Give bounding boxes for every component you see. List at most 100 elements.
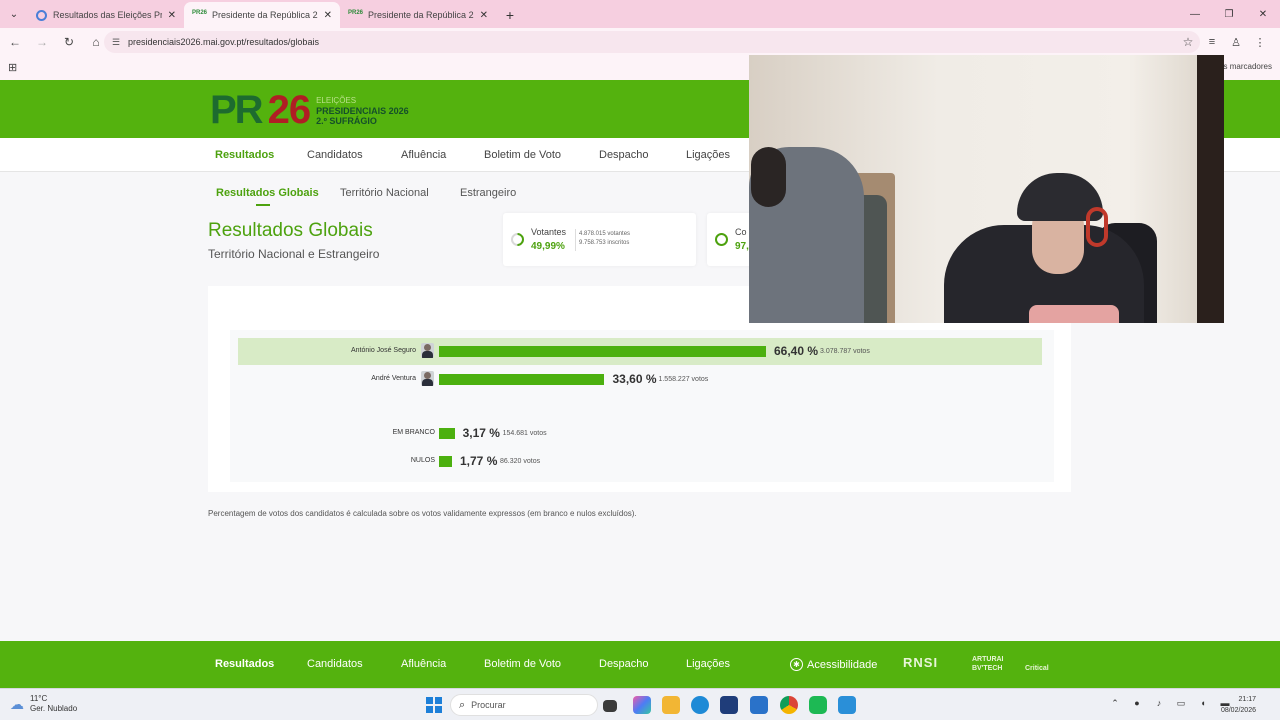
store-icon[interactable] xyxy=(720,696,738,714)
footer-nav-despacho[interactable]: Despacho xyxy=(599,658,649,670)
browser-tab-1[interactable]: Resultados das Eleições Preside... ✕ xyxy=(28,2,184,28)
stat-pct: 49,99% xyxy=(531,241,565,252)
stat-card-votantes: Votantes 49,99% 4.878.015 votantes 9.758… xyxy=(503,213,696,266)
result-name: André Ventura xyxy=(371,375,416,382)
url-bar[interactable]: ☰ presidenciais2026.mai.gov.pt/resultado… xyxy=(104,31,1200,53)
nav-ligacoes[interactable]: Ligações xyxy=(686,149,730,161)
tray-app-icon[interactable]: ● xyxy=(1126,698,1148,709)
candidate-avatar xyxy=(421,371,434,386)
pr26-favicon: PR26 xyxy=(192,9,208,16)
microphone-icon[interactable]: ♪ xyxy=(1148,698,1170,709)
stat-name: Votantes xyxy=(531,227,567,237)
nav-candidatos[interactable]: Candidatos xyxy=(307,149,363,161)
result-name: António José Seguro xyxy=(351,347,416,354)
nav-resultados[interactable]: Resultados xyxy=(215,149,274,161)
chrome-icon[interactable] xyxy=(780,696,798,714)
clock[interactable]: 21:17 08/02/2026 xyxy=(1221,694,1256,716)
footer-nav-ligacoes[interactable]: Ligações xyxy=(686,658,730,670)
site-info-icon[interactable]: ☰ xyxy=(104,37,128,48)
pr26-favicon: PR26 xyxy=(348,9,364,16)
browser-tab-3[interactable]: PR26 Presidente da República 2026 -... ✕ xyxy=(340,2,496,28)
progress-ring-icon xyxy=(715,233,728,246)
result-percentage: 3,17 % xyxy=(462,426,500,440)
restore-icon[interactable]: ❐ xyxy=(1212,0,1246,28)
back-icon[interactable]: ← xyxy=(3,30,27,54)
stat-detail-inscritos: 9.758.753 inscritos xyxy=(579,240,630,246)
file-explorer-icon[interactable] xyxy=(662,696,680,714)
site-footer: Resultados Candidatos Afluência Boletim … xyxy=(0,641,1280,688)
nav-despacho[interactable]: Despacho xyxy=(599,149,649,161)
partner-logo-rnsi[interactable]: RNSI xyxy=(903,655,938,670)
result-percentage: 66,40 % xyxy=(774,344,819,358)
volume-icon[interactable]: ◖ xyxy=(1192,698,1214,709)
footnote: Percentagem de votos dos candidatos é ca… xyxy=(208,509,637,518)
subnav-resultados-globais[interactable]: Resultados Globais xyxy=(216,187,319,199)
close-window-icon[interactable]: ✕ xyxy=(1246,0,1280,28)
profile-icon[interactable]: ♙ xyxy=(1224,32,1248,52)
subnav-estrangeiro[interactable]: Estrangeiro xyxy=(460,187,516,199)
tab-label: Resultados das Eleições Preside... xyxy=(53,10,162,20)
all-bookmarks-link[interactable]: s marcadores xyxy=(1224,62,1272,71)
accessibility-label: Acessibilidade xyxy=(807,658,878,671)
browser-tab-2[interactable]: PR26 Presidente da República 2026 -... ✕ xyxy=(184,2,340,28)
minimize-icon[interactable]: — xyxy=(1178,0,1212,28)
footer-nav-boletim[interactable]: Boletim de Voto xyxy=(484,658,561,670)
media-icon[interactable]: ≡ xyxy=(1200,32,1224,52)
display-icon[interactable]: ▭ xyxy=(1170,698,1192,709)
nav-afluencia[interactable]: Afluência xyxy=(401,149,446,161)
new-tab-button[interactable]: + xyxy=(496,2,524,28)
search-placeholder: Procurar xyxy=(471,700,506,710)
stat-pct: 97, xyxy=(735,241,749,252)
reload-icon[interactable]: ↻ xyxy=(57,30,81,54)
menu-icon[interactable]: ⋮ xyxy=(1248,32,1272,52)
weather-widget[interactable]: ☁ 11°C Ger. Nublado xyxy=(10,694,77,714)
close-icon[interactable]: ✕ xyxy=(168,10,176,21)
subnav-active-indicator xyxy=(256,204,270,206)
webcam-person-left-head xyxy=(751,147,786,207)
footer-nav-afluencia[interactable]: Afluência xyxy=(401,658,446,670)
stat-detail-votantes: 4.878.015 votantes xyxy=(579,231,631,237)
tab-search-chevron-icon[interactable]: ⌄ xyxy=(0,0,28,28)
close-icon[interactable]: ✕ xyxy=(480,10,488,21)
apps-grid-icon[interactable]: ⊞ xyxy=(8,61,17,74)
loading-icon xyxy=(36,9,47,21)
footer-nav-candidatos[interactable]: Candidatos xyxy=(307,658,363,670)
clock-time: 21:17 xyxy=(1238,696,1256,703)
result-votes: 86.320 votos xyxy=(500,458,541,465)
app-icon-2[interactable] xyxy=(838,696,856,714)
accessibility-link[interactable]: ✱ Acessibilidade xyxy=(790,658,877,671)
logo-line-3: 2.º SUFRÁGIO xyxy=(316,115,377,126)
window-controls: — ❐ ✕ xyxy=(1178,0,1280,28)
partner-logo-arturai[interactable]: ARTURAI BV'TECH xyxy=(972,655,1012,673)
nav-boletim[interactable]: Boletim de Voto xyxy=(484,149,561,161)
stat-divider xyxy=(575,229,576,251)
webcam-headset xyxy=(1086,207,1108,247)
site-logo[interactable]: PR 26 ELEIÇÕES PRESIDENCIAIS 2026 2.º SU… xyxy=(210,88,409,133)
result-name: NULOS xyxy=(410,457,435,464)
url-text[interactable]: presidenciais2026.mai.gov.pt/resultados/… xyxy=(128,37,1176,47)
stat-detail: 4.878.015 votantes 9.758.753 inscritos xyxy=(579,230,630,248)
accessibility-icon: ✱ xyxy=(790,658,803,671)
edge-icon[interactable] xyxy=(691,696,709,714)
tab-label: Presidente da República 2026 -... xyxy=(212,10,318,20)
task-view-icon[interactable] xyxy=(603,700,617,712)
partner-logo-critical[interactable]: Critical xyxy=(1025,665,1049,672)
logo-line-2: PRESIDENCIAIS 2026 xyxy=(316,105,409,116)
chevron-up-icon[interactable]: ⌃ xyxy=(1104,698,1126,709)
weather-temp: 11°C xyxy=(30,694,48,703)
footer-nav-resultados[interactable]: Resultados xyxy=(215,658,274,670)
app-icon[interactable] xyxy=(809,696,827,714)
close-icon[interactable]: ✕ xyxy=(324,10,332,21)
tab-label: Presidente da República 2026 -... xyxy=(368,10,474,20)
browser-tabstrip: ⌄ Resultados das Eleições Preside... ✕ P… xyxy=(0,0,1280,28)
weather-text: 11°C Ger. Nublado xyxy=(30,694,77,714)
subnav-territorio-nacional[interactable]: Território Nacional xyxy=(340,187,429,199)
taskbar-search[interactable]: ⌕ Procurar xyxy=(450,694,598,716)
copilot-icon[interactable] xyxy=(633,696,651,714)
outlook-icon[interactable] xyxy=(750,696,768,714)
forward-icon[interactable]: → xyxy=(30,30,54,54)
bookmark-star-icon[interactable]: ☆ xyxy=(1176,35,1200,49)
windows-taskbar: ☁ 11°C Ger. Nublado ⌕ Procurar ⌃ ● ♪ ▭ ◖… xyxy=(0,688,1280,720)
start-button-icon[interactable] xyxy=(426,697,442,713)
system-tray: ⌃ ● ♪ ▭ ◖ ▬ xyxy=(1104,698,1236,709)
